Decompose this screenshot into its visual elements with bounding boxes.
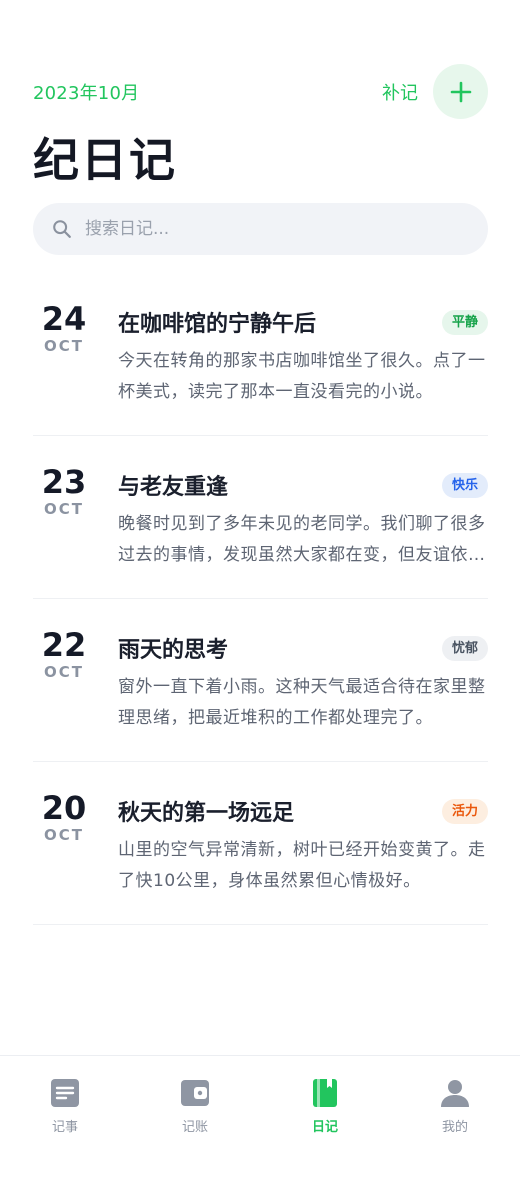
tab-label: 记账 [181, 1120, 208, 1135]
entry-month: OCT [44, 500, 84, 518]
entry-date: 20 OCT [33, 790, 95, 844]
diary-entry[interactable]: 20 OCT 秋天的第一场远足 活力 山里的空气异常清新，树叶已经开始变黄了。走… [33, 762, 488, 925]
diary-entry-list: 24 OCT 在咖啡馆的宁静午后 平静 今天在转角的那家书店咖啡馆坐了很久。点了… [33, 273, 488, 925]
entry-month: OCT [44, 826, 84, 844]
tab-notes[interactable]: 记事 [0, 1056, 130, 1178]
entry-day: 24 [41, 300, 87, 338]
diary-book-icon [313, 1079, 337, 1107]
backfill-button[interactable]: 补记 [382, 79, 418, 105]
entry-date: 22 OCT [33, 627, 95, 681]
search-icon [53, 220, 71, 238]
entry-title: 雨天的思考 [118, 638, 229, 663]
tab-label: 我的 [441, 1120, 468, 1135]
header: 2023年10月 补记 [33, 62, 488, 122]
tab-accounting[interactable]: 记账 [130, 1056, 260, 1178]
current-month[interactable]: 2023年10月 [33, 79, 139, 105]
tab-diary[interactable]: 日记 [260, 1056, 390, 1178]
diary-entry[interactable]: 22 OCT 雨天的思考 忧郁 窗外一直下着小雨。这种天气最适合待在家里整理思绪… [33, 599, 488, 762]
wallet-icon [181, 1080, 209, 1106]
page-title: 纪日记 [33, 133, 177, 187]
entry-month: OCT [44, 337, 84, 355]
entry-day: 22 [41, 626, 87, 664]
entry-excerpt: 山里的空气异常清新，树叶已经开始变黄了。走了快10公里，身体虽然累但心情极好。 [118, 840, 486, 891]
bottom-tab-bar: 记事 记账 日记 我的 [0, 1055, 520, 1178]
search-bar[interactable] [33, 203, 488, 255]
entry-day: 20 [41, 789, 87, 827]
mood-badge: 快乐 [441, 473, 488, 498]
entry-title: 秋天的第一场远足 [118, 801, 295, 826]
diary-entry[interactable]: 24 OCT 在咖啡馆的宁静午后 平静 今天在转角的那家书店咖啡馆坐了很久。点了… [33, 273, 488, 436]
mood-badge: 忧郁 [441, 636, 488, 661]
diary-entry[interactable]: 23 OCT 与老友重逢 快乐 晚餐时见到了多年未见的老同学。我们聊了很多过去的… [33, 436, 488, 599]
note-icon [51, 1079, 79, 1107]
tab-label: 日记 [311, 1120, 338, 1135]
entry-date: 24 OCT [33, 301, 95, 355]
entry-date: 23 OCT [33, 464, 95, 518]
plus-icon [450, 81, 471, 102]
entry-excerpt: 晚餐时见到了多年未见的老同学。我们聊了很多过去的事情，发现虽然大家都在变，但友谊… [118, 514, 486, 565]
entry-month: OCT [44, 663, 84, 681]
add-entry-button[interactable] [433, 64, 488, 119]
mood-badge: 活力 [441, 799, 488, 824]
search-input[interactable] [85, 219, 445, 239]
entry-day: 23 [41, 463, 87, 501]
entry-title: 与老友重逢 [118, 475, 229, 500]
entry-title: 在咖啡馆的宁静午后 [118, 312, 317, 337]
mood-badge: 平静 [441, 310, 488, 335]
entry-excerpt: 窗外一直下着小雨。这种天气最适合待在家里整理思绪，把最近堆积的工作都处理完了。 [118, 677, 486, 728]
tab-label: 记事 [51, 1120, 78, 1135]
user-icon [441, 1080, 469, 1107]
tab-profile[interactable]: 我的 [390, 1056, 520, 1178]
entry-excerpt: 今天在转角的那家书店咖啡馆坐了很久。点了一杯美式，读完了那本一直没看完的小说。 [118, 351, 486, 402]
